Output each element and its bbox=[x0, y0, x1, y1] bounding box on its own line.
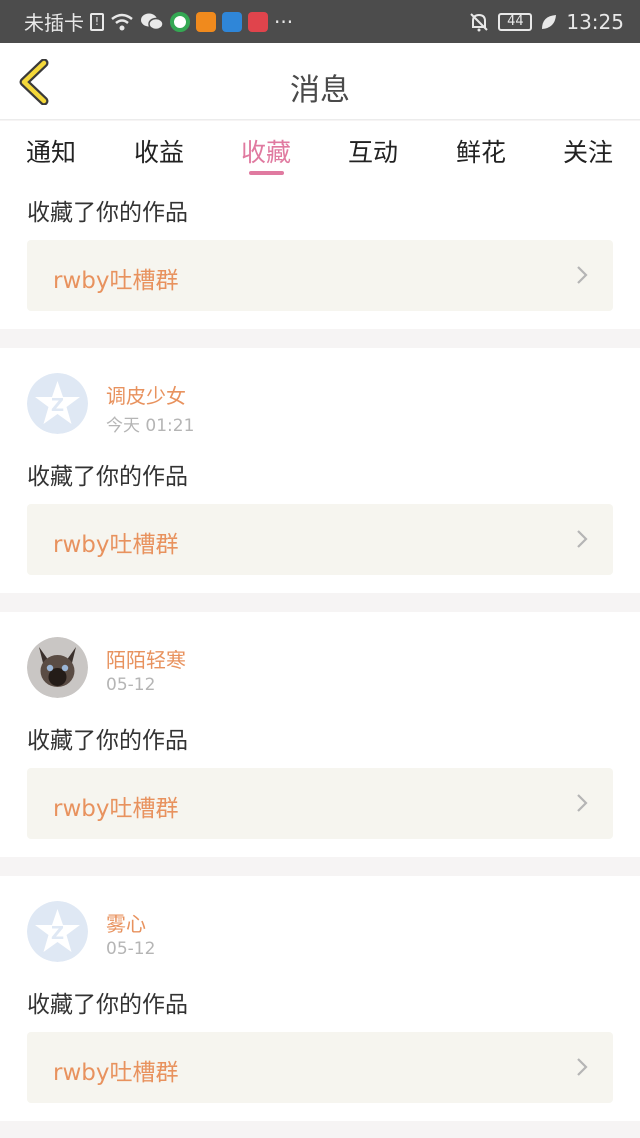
more-notifications-icon: ··· bbox=[274, 9, 294, 34]
svg-text:Z: Z bbox=[51, 395, 64, 416]
timestamp: 05-12 bbox=[106, 939, 156, 959]
message-text: 收藏了你的作品 bbox=[27, 728, 188, 754]
chevron-right-icon bbox=[577, 266, 588, 284]
user-name[interactable]: 雾心 bbox=[106, 908, 146, 937]
tab-flowers[interactable]: 鲜花 bbox=[441, 133, 521, 169]
tab-interactions[interactable]: 互动 bbox=[333, 133, 413, 169]
carrier-label: 未插卡 bbox=[24, 11, 84, 35]
tab-earnings[interactable]: 收益 bbox=[119, 133, 199, 169]
chevron-right-icon bbox=[577, 794, 588, 812]
message-text: 收藏了你的作品 bbox=[27, 464, 188, 490]
work-title: rwby吐槽群 bbox=[53, 796, 179, 822]
nav-header: 消息 bbox=[0, 43, 640, 120]
wechat-icon bbox=[141, 13, 164, 30]
work-link[interactable]: rwby吐槽群 bbox=[27, 1032, 613, 1103]
work-title: rwby吐槽群 bbox=[53, 268, 179, 294]
page-title: 消息 bbox=[290, 73, 350, 108]
timestamp: 今天 01:21 bbox=[106, 416, 195, 436]
cat-photo bbox=[27, 637, 88, 698]
list-item: 收藏了你的作品 rwby吐槽群 bbox=[0, 181, 640, 329]
avatar[interactable]: Z bbox=[27, 373, 88, 434]
user-name[interactable]: 陌陌轻寒 bbox=[106, 644, 186, 673]
list-item: 陌陌轻寒 05-12 收藏了你的作品 rwby吐槽群 bbox=[0, 612, 640, 857]
avatar[interactable] bbox=[27, 637, 88, 698]
default-avatar-icon: Z bbox=[27, 373, 88, 434]
sim-icon: ! bbox=[90, 12, 104, 31]
timestamp: 05-12 bbox=[106, 675, 156, 695]
work-title: rwby吐槽群 bbox=[53, 1060, 179, 1086]
tab-favorites[interactable]: 收藏 bbox=[226, 133, 306, 169]
default-avatar-icon: Z bbox=[27, 901, 88, 962]
work-link[interactable]: rwby吐槽群 bbox=[27, 504, 613, 575]
list-item: Z 雾心 05-12 收藏了你的作品 rwby吐槽群 bbox=[0, 876, 640, 1121]
video-app-icon bbox=[196, 11, 216, 32]
message-text: 收藏了你的作品 bbox=[27, 200, 188, 226]
browser-app-icon bbox=[170, 11, 190, 32]
svg-text:Z: Z bbox=[51, 923, 64, 944]
chevron-right-icon bbox=[577, 1058, 588, 1076]
avatar[interactable]: Z bbox=[27, 901, 88, 962]
message-text: 收藏了你的作品 bbox=[27, 992, 188, 1018]
book-app-icon bbox=[248, 11, 268, 32]
tab-follows[interactable]: 关注 bbox=[548, 133, 628, 169]
tab-notifications[interactable]: 通知 bbox=[11, 133, 91, 169]
leaf-icon bbox=[542, 14, 557, 29]
work-title: rwby吐槽群 bbox=[53, 532, 179, 558]
tab-bar: 通知 收益 收藏 互动 鲜花 关注 bbox=[0, 121, 640, 181]
chevron-right-icon bbox=[577, 530, 588, 548]
bell-off-icon bbox=[470, 12, 489, 31]
work-link[interactable]: rwby吐槽群 bbox=[27, 768, 613, 839]
active-tab-indicator bbox=[249, 171, 284, 175]
work-link[interactable]: rwby吐槽群 bbox=[27, 240, 613, 311]
clock: 13:25 bbox=[566, 9, 624, 34]
status-bar: 未插卡 ! ··· 44 13:25 bbox=[0, 0, 640, 43]
wifi-icon bbox=[111, 13, 133, 30]
battery-indicator: 44 bbox=[498, 12, 533, 31]
user-name[interactable]: 调皮少女 bbox=[106, 380, 186, 409]
list-item: Z 调皮少女 今天 01:21 收藏了你的作品 rwby吐槽群 bbox=[0, 348, 640, 593]
paper-plane-app-icon bbox=[222, 11, 242, 32]
